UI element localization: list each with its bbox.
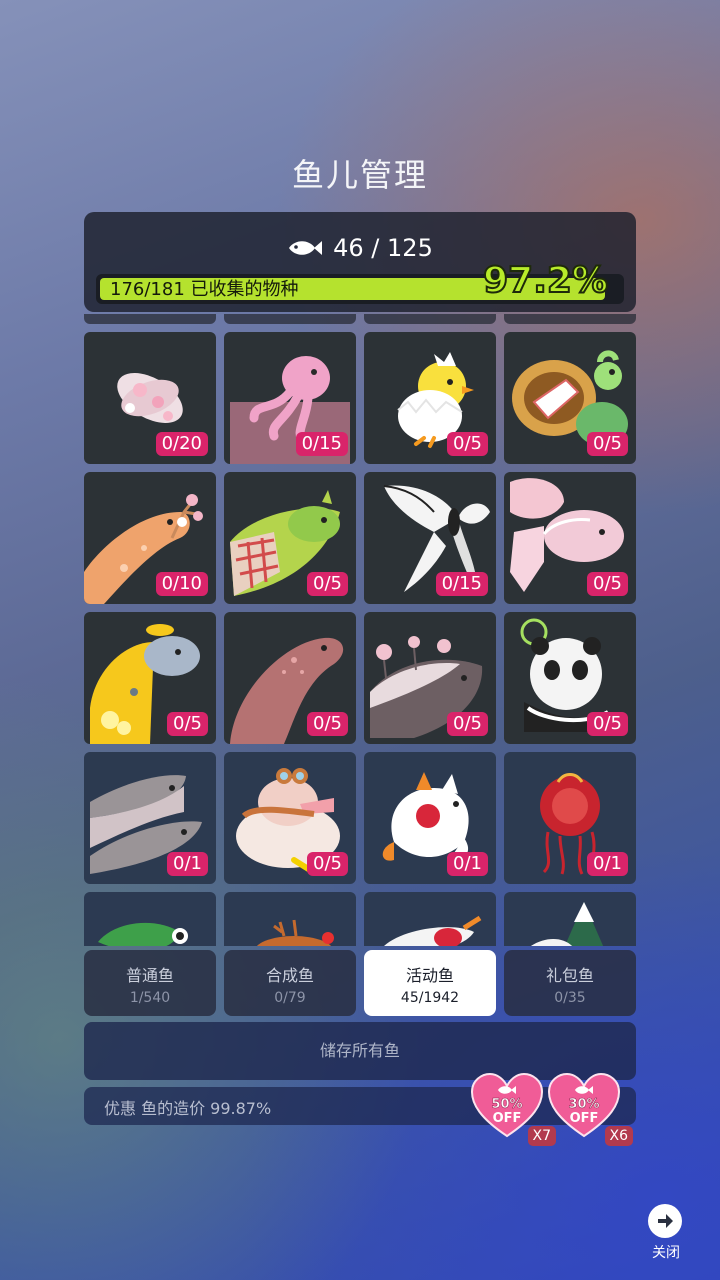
discount-text: 优惠 鱼的造价 99.87% (104, 1099, 272, 1118)
fish-icon (575, 1086, 593, 1094)
fish-cell[interactable]: 0/15 (224, 332, 356, 464)
fish-cell[interactable]: 0/5 (224, 752, 356, 884)
fish-count-badge: 0/1 (587, 852, 628, 876)
arrow-right-icon (658, 1214, 673, 1228)
fish-count-badge: 0/5 (167, 712, 208, 736)
fish-cell[interactable]: 0/15 (364, 472, 496, 604)
fish-count-text: 46 / 125 (333, 234, 433, 262)
fish-cell[interactable]: 0/1 (504, 752, 636, 884)
fish-count-badge: 0/5 (307, 852, 348, 876)
tab-merged-fish[interactable]: 合成鱼 0/79 (224, 950, 356, 1016)
close-button[interactable]: 关闭 (646, 1204, 686, 1264)
coupon-50-off[interactable]: 50% OFF X7 (470, 1072, 556, 1146)
fish-cell[interactable]: 0/1 (84, 752, 216, 884)
page-title: 鱼儿管理 (291, 156, 428, 194)
close-label: 关闭 (652, 1245, 680, 1261)
fish-count-badge: 0/1 (447, 852, 488, 876)
fish-grid: 0/20 0/15 0/5 0/5 0/10 0/5 0/15 0/5 0/5 … (84, 332, 636, 946)
close-circle (648, 1204, 682, 1238)
fish-count-badge: 0/5 (307, 712, 348, 736)
fish-cell[interactable]: 0/10 (84, 472, 216, 604)
tab-label: 礼包鱼 (545, 966, 594, 985)
fish-count: 46 / 125 (84, 234, 636, 262)
category-tabs: 普通鱼 1/540 合成鱼 0/79 活动鱼 45/1942 礼包鱼 0/35 (84, 950, 636, 1016)
tab-count: 0/79 (274, 990, 306, 1006)
fish-cell[interactable]: 0/5 (224, 472, 356, 604)
fish-cell[interactable]: 0/5 (504, 612, 636, 744)
fish-cell[interactable]: 0/5 (224, 612, 356, 744)
snowy-tree-icon (531, 902, 604, 946)
tab-label: 合成鱼 (265, 966, 314, 985)
tab-label: 活动鱼 (405, 966, 454, 985)
fish-cell[interactable]: 0/5 (504, 332, 636, 464)
fish-count-badge: 0/5 (587, 432, 628, 456)
fish-count-badge: 0/5 (447, 432, 488, 456)
tab-gift-fish[interactable]: 礼包鱼 0/35 (504, 950, 636, 1016)
grid-top-edge (84, 314, 636, 324)
fish-cell[interactable] (364, 892, 496, 946)
fish-count-badge: 0/5 (587, 572, 628, 596)
progress-label: 176/181 已收集的物种 (110, 279, 299, 300)
koi-fish-icon (384, 915, 482, 946)
fish-cell[interactable]: 0/5 (364, 612, 496, 744)
tab-event-fish[interactable]: 活动鱼 45/1942 (364, 950, 496, 1016)
collection-header: 46 / 125 176/181 已收集的物种 97.2% (84, 212, 636, 312)
species-progress-bar: 176/181 已收集的物种 97.2% (96, 259, 624, 304)
coupon-30-off[interactable]: 30% OFF X6 (547, 1072, 633, 1146)
tab-normal-fish[interactable]: 普通鱼 1/540 (84, 950, 216, 1016)
tab-count: 0/35 (554, 990, 586, 1006)
coupon-multiplier: X6 (604, 1126, 633, 1146)
leaf-frog-icon (98, 922, 188, 946)
tab-count: 45/1942 (400, 990, 460, 1006)
fish-count-badge: 0/15 (295, 432, 348, 456)
fish-count-badge: 0/5 (447, 712, 488, 736)
coupon-off: OFF (569, 1111, 599, 1126)
fish-count-badge: 0/15 (435, 572, 488, 596)
coupon-percent: 50% (491, 1097, 523, 1112)
fish-count-badge: 0/10 (155, 572, 208, 596)
fish-icon (289, 241, 323, 255)
fish-cell[interactable] (224, 892, 356, 946)
fish-icon (498, 1086, 516, 1094)
coupon-percent: 30% (568, 1097, 600, 1112)
fish-cell[interactable]: 0/5 (504, 472, 636, 604)
progress-percent: 97.2% (482, 259, 609, 302)
fish-cell[interactable]: 0/5 (84, 612, 216, 744)
fish-cell[interactable] (504, 892, 636, 946)
tab-count: 1/540 (129, 990, 171, 1006)
fish-cell[interactable]: 0/1 (364, 752, 496, 884)
fish-cell[interactable]: 0/5 (364, 332, 496, 464)
reindeer-fish-icon (256, 919, 334, 946)
fish-cell[interactable]: 0/20 (84, 332, 216, 464)
tab-label: 普通鱼 (125, 966, 174, 985)
coupon-off: OFF (492, 1111, 522, 1126)
fish-count-badge: 0/1 (167, 852, 208, 876)
fish-count-badge: 0/20 (155, 432, 208, 456)
fish-count-badge: 0/5 (587, 712, 628, 736)
fish-grid-scroll[interactable]: 0/20 0/15 0/5 0/5 0/10 0/5 0/15 0/5 0/5 … (84, 332, 636, 946)
fish-cell[interactable] (84, 892, 216, 946)
fish-count-badge: 0/5 (307, 572, 348, 596)
